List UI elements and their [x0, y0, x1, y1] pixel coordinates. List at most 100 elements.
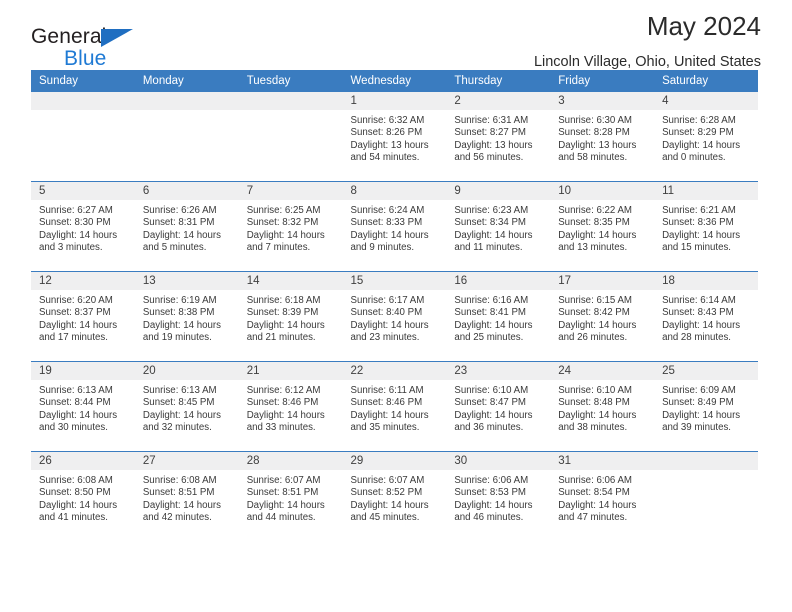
calendar-cell-empty: [654, 451, 758, 541]
calendar-day-cell[interactable]: 29 Sunrise: 6:07 AM Sunset: 8:52 PM Dayligh…: [342, 451, 447, 541]
calendar-day-cell[interactable]: 20 Sunrise: 6:13 AM Sunset: 8:45 PM Dayligh…: [134, 361, 239, 452]
calendar-day-cell[interactable]: 31 Sunrise: 6:06 AM Sunset: 8:54 PM Dayligh…: [550, 451, 655, 541]
calendar-day-cell[interactable]: 23 Sunrise: 6:10 AM Sunset: 8:47 PM Dayligh…: [446, 361, 551, 452]
day-details: Sunrise: 6:08 AM Sunset: 8:51 PM Daylight:…: [135, 470, 239, 524]
calendar-day-cell[interactable]: 5 Sunrise: 6:27 AM Sunset: 8:30 PM Daylight…: [31, 181, 135, 272]
daylight-duration-line2: and 5 minutes.: [142, 241, 207, 253]
calendar-day-cell[interactable]: 4 Sunrise: 6:28 AM Sunset: 8:29 PM Daylight…: [654, 92, 758, 182]
daylight-duration-line1: Daylight: 14 hours: [454, 499, 533, 511]
sunrise-time: Sunrise: 6:16 AM: [454, 295, 529, 306]
sunset-time: Sunset: 8:38 PM: [142, 307, 215, 319]
calendar-day-cell[interactable]: 22 Sunrise: 6:11 AM Sunset: 8:46 PM Dayligh…: [342, 361, 447, 452]
daylight-duration-line2: and 33 minutes.: [246, 421, 316, 433]
sunrise-time: Sunrise: 6:19 AM: [142, 295, 217, 306]
sunset-time: Sunset: 8:43 PM: [662, 307, 734, 319]
day-number: 8: [342, 182, 447, 200]
day-cell-inner: [31, 92, 135, 181]
calendar-day-cell[interactable]: 19 Sunrise: 6:13 AM Sunset: 8:44 PM Dayligh…: [31, 361, 135, 452]
sunset-time: Sunset: 8:47 PM: [454, 397, 526, 409]
calendar-cell-empty: [134, 92, 239, 182]
sunset-time: Sunset: 8:35 PM: [558, 217, 630, 229]
calendar-day-cell[interactable]: 27 Sunrise: 6:08 AM Sunset: 8:51 PM Dayligh…: [134, 451, 239, 541]
sunset-time: Sunset: 8:27 PM: [454, 127, 526, 139]
sunset-time: Sunset: 8:52 PM: [350, 487, 423, 499]
day-number: 7: [238, 182, 343, 200]
calendar-day-cell[interactable]: 17 Sunrise: 6:15 AM Sunset: 8:42 PM Dayligh…: [550, 271, 655, 362]
calendar-day-cell[interactable]: 26 Sunrise: 6:08 AM Sunset: 8:50 PM Dayligh…: [31, 451, 135, 541]
calendar-day-cell[interactable]: 11 Sunrise: 6:21 AM Sunset: 8:36 PM Dayligh…: [654, 181, 758, 272]
day-cell-inner: 19 Sunrise: 6:13 AM Sunset: 8:44 PM Dayligh…: [31, 362, 135, 451]
calendar-day-cell[interactable]: 18 Sunrise: 6:14 AM Sunset: 8:43 PM Dayligh…: [654, 271, 758, 362]
day-cell-inner: 28 Sunrise: 6:07 AM Sunset: 8:51 PM Dayligh…: [238, 452, 343, 541]
calendar-day-cell[interactable]: 8 Sunrise: 6:24 AM Sunset: 8:33 PM Daylight…: [342, 181, 447, 272]
daylight-duration-line1: Daylight: 13 hours: [350, 139, 429, 151]
weekday-header-monday: Monday: [134, 70, 239, 92]
sunrise-time: Sunrise: 6:12 AM: [246, 385, 321, 396]
calendar-day-cell[interactable]: 10 Sunrise: 6:22 AM Sunset: 8:35 PM Dayligh…: [550, 181, 655, 272]
calendar-day-cell[interactable]: 3 Sunrise: 6:30 AM Sunset: 8:28 PM Daylight…: [550, 92, 655, 182]
daylight-duration-line2: and 19 minutes.: [142, 331, 212, 343]
generalblue-logo[interactable]: General Blue: [31, 25, 133, 69]
calendar-day-cell[interactable]: 1 Sunrise: 6:32 AM Sunset: 8:26 PM Daylight…: [342, 92, 447, 182]
calendar-day-cell[interactable]: 6 Sunrise: 6:26 AM Sunset: 8:31 PM Daylight…: [134, 181, 239, 272]
daylight-duration-line1: Daylight: 14 hours: [39, 229, 118, 241]
day-details: Sunrise: 6:16 AM Sunset: 8:41 PM Daylight:…: [446, 290, 550, 344]
calendar-day-cell[interactable]: 16 Sunrise: 6:16 AM Sunset: 8:41 PM Dayligh…: [446, 271, 551, 362]
day-details: Sunrise: 6:12 AM Sunset: 8:46 PM Daylight:…: [239, 380, 343, 434]
logo-triangle-icon: [101, 29, 133, 47]
calendar-day-cell[interactable]: 15 Sunrise: 6:17 AM Sunset: 8:40 PM Dayligh…: [342, 271, 447, 362]
calendar-table: Sunday Monday Tuesday Wednesday Thursday Frid…: [31, 70, 758, 541]
calendar-day-cell[interactable]: 9 Sunrise: 6:23 AM Sunset: 8:34 PM Daylight…: [446, 181, 551, 272]
daylight-duration-line2: and 45 minutes.: [350, 511, 420, 523]
day-cell-inner: 11 Sunrise: 6:21 AM Sunset: 8:36 PM Dayligh…: [654, 182, 758, 271]
calendar-day-cell[interactable]: 2 Sunrise: 6:31 AM Sunset: 8:27 PM Daylight…: [446, 92, 551, 182]
sunrise-time: Sunrise: 6:06 AM: [558, 475, 632, 486]
sunrise-time: Sunrise: 6:17 AM: [350, 295, 425, 306]
calendar-day-cell[interactable]: 21 Sunrise: 6:12 AM Sunset: 8:46 PM Dayligh…: [238, 361, 343, 452]
day-cell-inner: 21 Sunrise: 6:12 AM Sunset: 8:46 PM Dayligh…: [238, 362, 343, 451]
daylight-duration-line2: and 38 minutes.: [558, 421, 628, 433]
calendar-day-cell[interactable]: 12 Sunrise: 6:20 AM Sunset: 8:37 PM Dayligh…: [31, 271, 135, 362]
daylight-duration-line1: Daylight: 14 hours: [662, 319, 741, 331]
daylight-duration-line1: Daylight: 14 hours: [246, 409, 325, 421]
sunrise-time: Sunrise: 6:10 AM: [558, 385, 632, 396]
day-number: 26: [31, 452, 135, 470]
day-cell-inner: 10 Sunrise: 6:22 AM Sunset: 8:35 PM Dayligh…: [550, 182, 655, 271]
title-block: May 2024 Lincoln Village, Ohio, United S…: [534, 12, 761, 70]
day-number: 22: [342, 362, 447, 380]
daylight-duration-line2: and 9 minutes.: [350, 241, 415, 253]
day-details: Sunrise: 6:06 AM Sunset: 8:53 PM Daylight:…: [446, 470, 550, 524]
day-number: [654, 452, 758, 470]
logo-word-general: General: [31, 25, 107, 48]
sunset-time: Sunset: 8:53 PM: [454, 487, 526, 499]
daylight-duration-line2: and 30 minutes.: [39, 421, 108, 433]
sunrise-time: Sunrise: 6:30 AM: [558, 115, 632, 126]
calendar-day-cell[interactable]: 30 Sunrise: 6:06 AM Sunset: 8:53 PM Dayligh…: [446, 451, 551, 541]
day-details: Sunrise: 6:20 AM Sunset: 8:37 PM Daylight:…: [31, 290, 135, 344]
calendar-day-cell[interactable]: 14 Sunrise: 6:18 AM Sunset: 8:39 PM Dayligh…: [238, 271, 343, 362]
daylight-duration-line1: Daylight: 14 hours: [39, 409, 118, 421]
daylight-duration-line1: Daylight: 13 hours: [454, 139, 533, 151]
day-details: Sunrise: 6:11 AM Sunset: 8:46 PM Daylight:…: [343, 380, 447, 434]
calendar-day-cell[interactable]: 28 Sunrise: 6:07 AM Sunset: 8:51 PM Dayligh…: [238, 451, 343, 541]
calendar-day-cell[interactable]: 7 Sunrise: 6:25 AM Sunset: 8:32 PM Daylight…: [238, 181, 343, 272]
day-cell-inner: [134, 92, 239, 181]
sunrise-time: Sunrise: 6:08 AM: [142, 475, 217, 486]
day-details: Sunrise: 6:10 AM Sunset: 8:48 PM Daylight:…: [550, 380, 654, 434]
calendar-day-cell[interactable]: 25 Sunrise: 6:09 AM Sunset: 8:49 PM Dayligh…: [654, 361, 758, 452]
day-details: Sunrise: 6:31 AM Sunset: 8:27 PM Daylight:…: [446, 110, 550, 164]
daylight-duration-line1: Daylight: 14 hours: [39, 319, 118, 331]
daylight-duration-line2: and 32 minutes.: [142, 421, 212, 433]
sunset-time: Sunset: 8:41 PM: [454, 307, 526, 319]
sunrise-time: Sunrise: 6:13 AM: [39, 385, 113, 396]
day-cell-inner: 2 Sunrise: 6:31 AM Sunset: 8:27 PM Daylight…: [446, 92, 551, 181]
daylight-duration-line1: Daylight: 14 hours: [39, 499, 118, 511]
day-number: 4: [654, 92, 758, 110]
page-subtitle: Lincoln Village, Ohio, United States: [533, 53, 761, 70]
day-cell-inner: [238, 92, 343, 181]
calendar-day-cell[interactable]: 24 Sunrise: 6:10 AM Sunset: 8:48 PM Dayligh…: [550, 361, 655, 452]
sunset-time: Sunset: 8:28 PM: [558, 127, 630, 139]
daylight-duration-line2: and 23 minutes.: [350, 331, 420, 343]
calendar-day-cell[interactable]: 13 Sunrise: 6:19 AM Sunset: 8:38 PM Dayligh…: [134, 271, 239, 362]
sunrise-time: Sunrise: 6:25 AM: [246, 205, 321, 216]
